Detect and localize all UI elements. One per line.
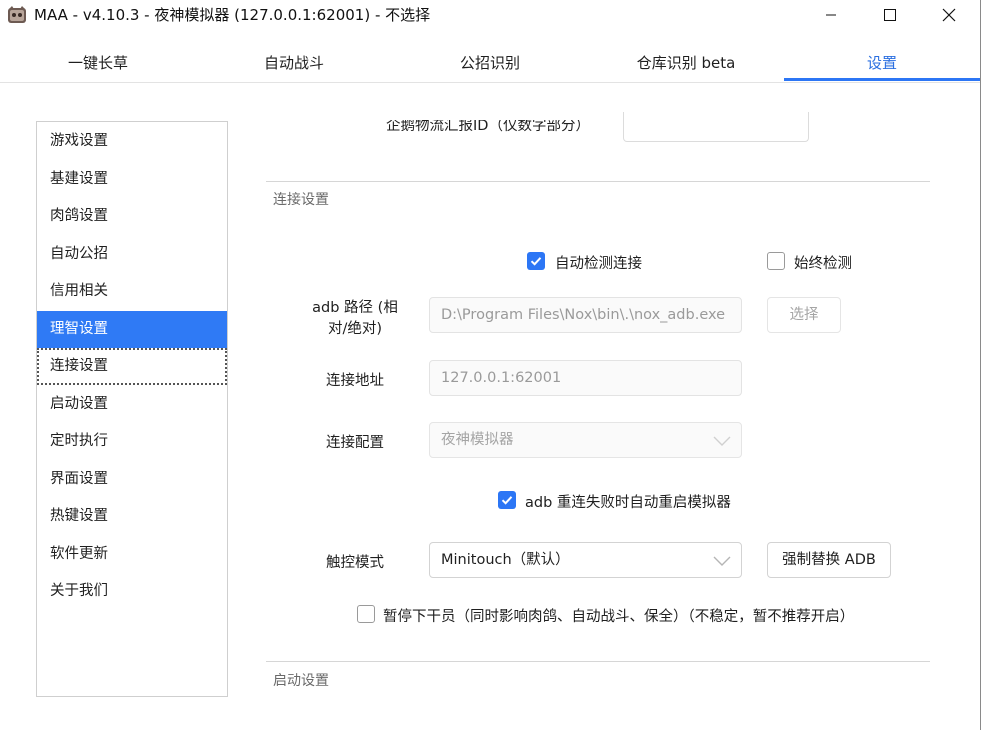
minimize-button[interactable] <box>808 0 854 30</box>
window-border <box>980 0 981 730</box>
active-tab-indicator <box>784 78 980 81</box>
restart-emulator-checkbox[interactable] <box>498 491 516 509</box>
connection-section-title: 连接设置 <box>273 192 329 208</box>
restart-emulator-label: adb 重连失败时自动重启模拟器 <box>525 495 731 511</box>
penguin-id-input[interactable] <box>623 112 809 142</box>
settings-sidebar: 游戏设置 基建设置 肉鸽设置 自动公招 信用相关 理智设置 连接设置 启动设置 … <box>36 121 228 697</box>
checkmark-icon <box>530 257 542 266</box>
auto-detect-checkbox[interactable] <box>527 252 545 270</box>
tab-depot[interactable]: 仓库识别 beta <box>588 42 784 82</box>
tab-auto-battle[interactable]: 自动战斗 <box>196 42 392 82</box>
chevron-down-icon <box>713 556 731 566</box>
close-button[interactable] <box>926 0 972 30</box>
adb-path-input[interactable]: D:\Program Files\Nox\bin\.\nox_adb.exe <box>429 297 742 333</box>
app-icon <box>8 6 26 23</box>
section-divider <box>266 181 930 182</box>
adb-path-label: adb 路径 (相 对/绝对) <box>300 296 410 338</box>
minimize-icon <box>826 14 836 16</box>
sidebar-item-game[interactable]: 游戏设置 <box>37 123 227 160</box>
sidebar-item-hotkey[interactable]: 热键设置 <box>37 498 227 535</box>
startup-section-title: 启动设置 <box>273 673 329 689</box>
address-label: 连接地址 <box>326 373 384 389</box>
touch-mode-label: 触控模式 <box>326 555 384 571</box>
always-detect-label: 始终检测 <box>794 256 852 272</box>
chevron-down-icon <box>713 436 731 446</box>
sidebar-item-roguelike[interactable]: 肉鸽设置 <box>37 198 227 235</box>
sidebar-item-update[interactable]: 软件更新 <box>37 536 227 573</box>
sidebar-item-recruit[interactable]: 自动公招 <box>37 236 227 273</box>
adb-path-label-line1: adb 路径 (相 <box>312 300 398 316</box>
tab-bar: 一键长草 自动战斗 公招识别 仓库识别 beta 设置 <box>0 42 980 82</box>
sidebar-item-ui[interactable]: 界面设置 <box>37 461 227 498</box>
section-divider <box>266 661 930 662</box>
tabs-divider <box>0 82 980 83</box>
auto-detect-label: 自动检测连接 <box>555 256 642 272</box>
config-label: 连接配置 <box>326 435 384 451</box>
sidebar-item-about[interactable]: 关于我们 <box>37 573 227 610</box>
close-icon <box>942 8 956 22</box>
tab-settings[interactable]: 设置 <box>784 42 980 82</box>
title-bar: MAA - v4.10.3 - 夜神模拟器 (127.0.0.1:62001) … <box>0 0 982 30</box>
force-replace-adb-button[interactable]: 强制替换 ADB <box>767 542 891 578</box>
pause-operator-checkbox[interactable] <box>357 605 375 623</box>
penguin-id-label: 企鹅物流汇报ID（仅数字部分） <box>386 118 590 134</box>
maximize-icon <box>884 9 896 21</box>
config-select-value: 夜神模拟器 <box>441 432 514 448</box>
sidebar-item-credit[interactable]: 信用相关 <box>37 273 227 310</box>
sidebar-item-connection[interactable]: 连接设置 <box>37 348 227 385</box>
always-detect-checkbox[interactable] <box>767 252 785 270</box>
touch-mode-select[interactable]: Minitouch（默认） <box>429 542 742 578</box>
maximize-button[interactable] <box>867 0 913 30</box>
tab-recruit[interactable]: 公招识别 <box>392 42 588 82</box>
pause-operator-label: 暂停下干员（同时影响肉鸽、自动战斗、保全）（不稳定，暂不推荐开启） <box>383 609 855 625</box>
sidebar-item-schedule[interactable]: 定时执行 <box>37 423 227 460</box>
checkmark-icon <box>501 496 513 505</box>
tab-one-click[interactable]: 一键长草 <box>0 42 196 82</box>
address-input[interactable]: 127.0.0.1:62001 <box>429 360 742 396</box>
adb-path-label-line2: 对/绝对) <box>327 321 383 337</box>
select-adb-button[interactable]: 选择 <box>767 297 841 333</box>
touch-mode-value: Minitouch（默认） <box>441 552 570 568</box>
sidebar-item-startup[interactable]: 启动设置 <box>37 386 227 423</box>
sidebar-item-infrastructure[interactable]: 基建设置 <box>37 161 227 198</box>
sidebar-item-sanity[interactable]: 理智设置 <box>37 311 227 348</box>
window-title: MAA - v4.10.3 - 夜神模拟器 (127.0.0.1:62001) … <box>34 6 431 24</box>
config-select[interactable]: 夜神模拟器 <box>429 422 742 458</box>
